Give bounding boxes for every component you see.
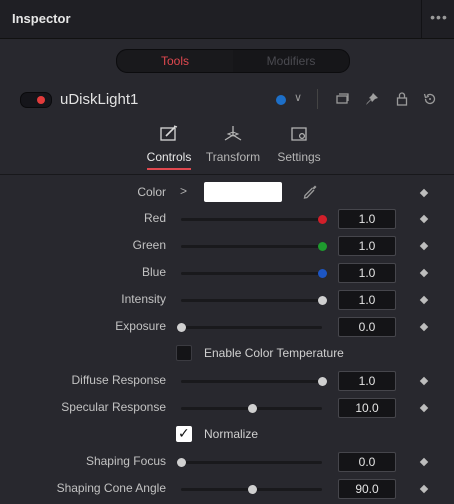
settings-icon: [291, 127, 307, 141]
keyframe-icon[interactable]: [419, 241, 429, 251]
green-row: Green 1.0: [0, 233, 454, 259]
versions-icon[interactable]: [334, 91, 350, 107]
node-color-icon[interactable]: [276, 95, 286, 105]
shaping-focus-label: Shaping Focus: [85, 454, 166, 468]
tab-tools[interactable]: Tools: [117, 50, 233, 72]
tab-modifiers[interactable]: Modifiers: [233, 50, 349, 72]
tools-modifiers-switch: Tools Modifiers: [116, 49, 350, 73]
keyframe-icon[interactable]: [419, 322, 429, 332]
eyedropper-icon[interactable]: [302, 184, 318, 200]
red-value-field[interactable]: 1.0: [338, 209, 396, 229]
node-enable-toggle[interactable]: [20, 92, 52, 108]
intensity-slider-knob[interactable]: [318, 296, 327, 305]
lock-icon[interactable]: [394, 91, 410, 107]
green-slider-knob[interactable]: [318, 242, 327, 251]
keyframe-icon[interactable]: [419, 214, 429, 224]
chevron-down-icon[interactable]: ∨: [294, 91, 302, 104]
node-bar: uDiskLight1 ∨: [0, 82, 454, 118]
green-value-field[interactable]: 1.0: [338, 236, 396, 256]
blue-label: Blue: [141, 265, 166, 279]
transform-icon: [224, 126, 242, 141]
specular-response-slider-knob[interactable]: [247, 404, 257, 413]
exposure-slider[interactable]: [177, 323, 322, 332]
tab-controls[interactable]: Controls: [141, 122, 197, 172]
red-slider[interactable]: [181, 215, 327, 224]
shaping-cone-angle-slider-knob[interactable]: [247, 485, 257, 494]
panel-title: Inspector: [12, 11, 71, 26]
keyframe-icon[interactable]: [419, 295, 429, 305]
red-label: Red: [143, 211, 166, 225]
green-slider[interactable]: [181, 242, 327, 251]
specular-response-value-field[interactable]: 10.0: [338, 398, 396, 418]
diffuse-response-row: Diffuse Response 1.0: [0, 368, 454, 394]
keyframe-icon[interactable]: [419, 484, 429, 494]
normalize-checkbox[interactable]: ✓: [176, 425, 192, 442]
enable-color-temperature-checkbox[interactable]: [176, 345, 192, 361]
red-slider-knob[interactable]: [318, 215, 327, 224]
exposure-value-field[interactable]: 0.0: [338, 317, 396, 337]
normalize-label: Normalize: [204, 427, 259, 441]
tab-controls-label: Controls: [146, 150, 192, 164]
exposure-slider-knob[interactable]: [177, 323, 186, 332]
inspector-subtabs: Controls Transform Settings: [0, 122, 454, 172]
nodebar-divider: [317, 89, 318, 109]
active-tab-underline: [147, 168, 191, 170]
keyframe-icon[interactable]: [419, 188, 429, 198]
shaping-focus-value-field[interactable]: 0.0: [338, 452, 396, 472]
normalize-row: ✓ Normalize: [0, 422, 454, 448]
intensity-slider[interactable]: [181, 296, 327, 305]
header-divider: [421, 0, 422, 38]
specular-response-slider[interactable]: [181, 404, 322, 413]
tab-settings[interactable]: Settings: [273, 122, 325, 172]
enable-color-temperature-label: Enable Color Temperature: [204, 346, 344, 360]
more-options-icon[interactable]: •••: [428, 9, 450, 25]
blue-row: Blue 1.0: [0, 260, 454, 286]
specular-response-row: Specular Response 10.0: [0, 395, 454, 421]
shaping-cone-angle-slider[interactable]: [181, 485, 322, 494]
shaping-focus-row: Shaping Focus 0.0: [0, 449, 454, 475]
intensity-label: Intensity: [121, 292, 166, 306]
diffuse-response-value-field[interactable]: 1.0: [338, 371, 396, 391]
exposure-label: Exposure: [115, 319, 166, 333]
red-row: Red 1.0: [0, 206, 454, 232]
pin-icon[interactable]: [364, 91, 380, 107]
shaping-focus-slider-knob[interactable]: [177, 458, 186, 467]
color-row: Color >: [0, 180, 454, 206]
node-name: uDiskLight1: [60, 91, 139, 108]
expand-arrow-icon[interactable]: >: [180, 184, 187, 198]
enable-color-temperature-row: Enable Color Temperature: [0, 341, 454, 367]
toggle-dot-icon: [37, 96, 45, 104]
shaping-cone-angle-label: Shaping Cone Angle: [56, 481, 166, 495]
intensity-value-field[interactable]: 1.0: [338, 290, 396, 310]
tab-transform[interactable]: Transform: [201, 122, 265, 172]
specular-response-label: Specular Response: [61, 400, 166, 414]
reset-icon[interactable]: [422, 91, 438, 107]
shaping-cone-angle-value-field[interactable]: 90.0: [338, 479, 396, 499]
section-divider: [0, 174, 454, 175]
diffuse-response-slider[interactable]: [181, 377, 327, 386]
keyframe-icon[interactable]: [419, 268, 429, 278]
diffuse-response-label: Diffuse Response: [71, 373, 167, 387]
color-swatch[interactable]: [204, 182, 282, 202]
intensity-row: Intensity 1.0: [0, 287, 454, 313]
blue-slider[interactable]: [181, 269, 327, 278]
diffuse-response-slider-knob[interactable]: [318, 377, 327, 386]
tab-settings-label: Settings: [277, 150, 321, 164]
controls-icon: [160, 125, 178, 141]
shaping-focus-slider[interactable]: [177, 458, 322, 467]
shaping-cone-angle-row: Shaping Cone Angle 90.0: [0, 476, 454, 502]
blue-slider-knob[interactable]: [318, 269, 327, 278]
inspector-header: Inspector •••: [0, 0, 454, 39]
keyframe-icon[interactable]: [419, 457, 429, 467]
checkmark-icon: ✓: [178, 425, 190, 441]
keyframe-icon[interactable]: [419, 376, 429, 386]
color-label: Color: [137, 185, 166, 199]
green-label: Green: [132, 238, 166, 252]
exposure-row: Exposure 0.0: [0, 314, 454, 340]
keyframe-icon[interactable]: [419, 403, 429, 413]
tab-transform-label: Transform: [205, 150, 261, 164]
blue-value-field[interactable]: 1.0: [338, 263, 396, 283]
